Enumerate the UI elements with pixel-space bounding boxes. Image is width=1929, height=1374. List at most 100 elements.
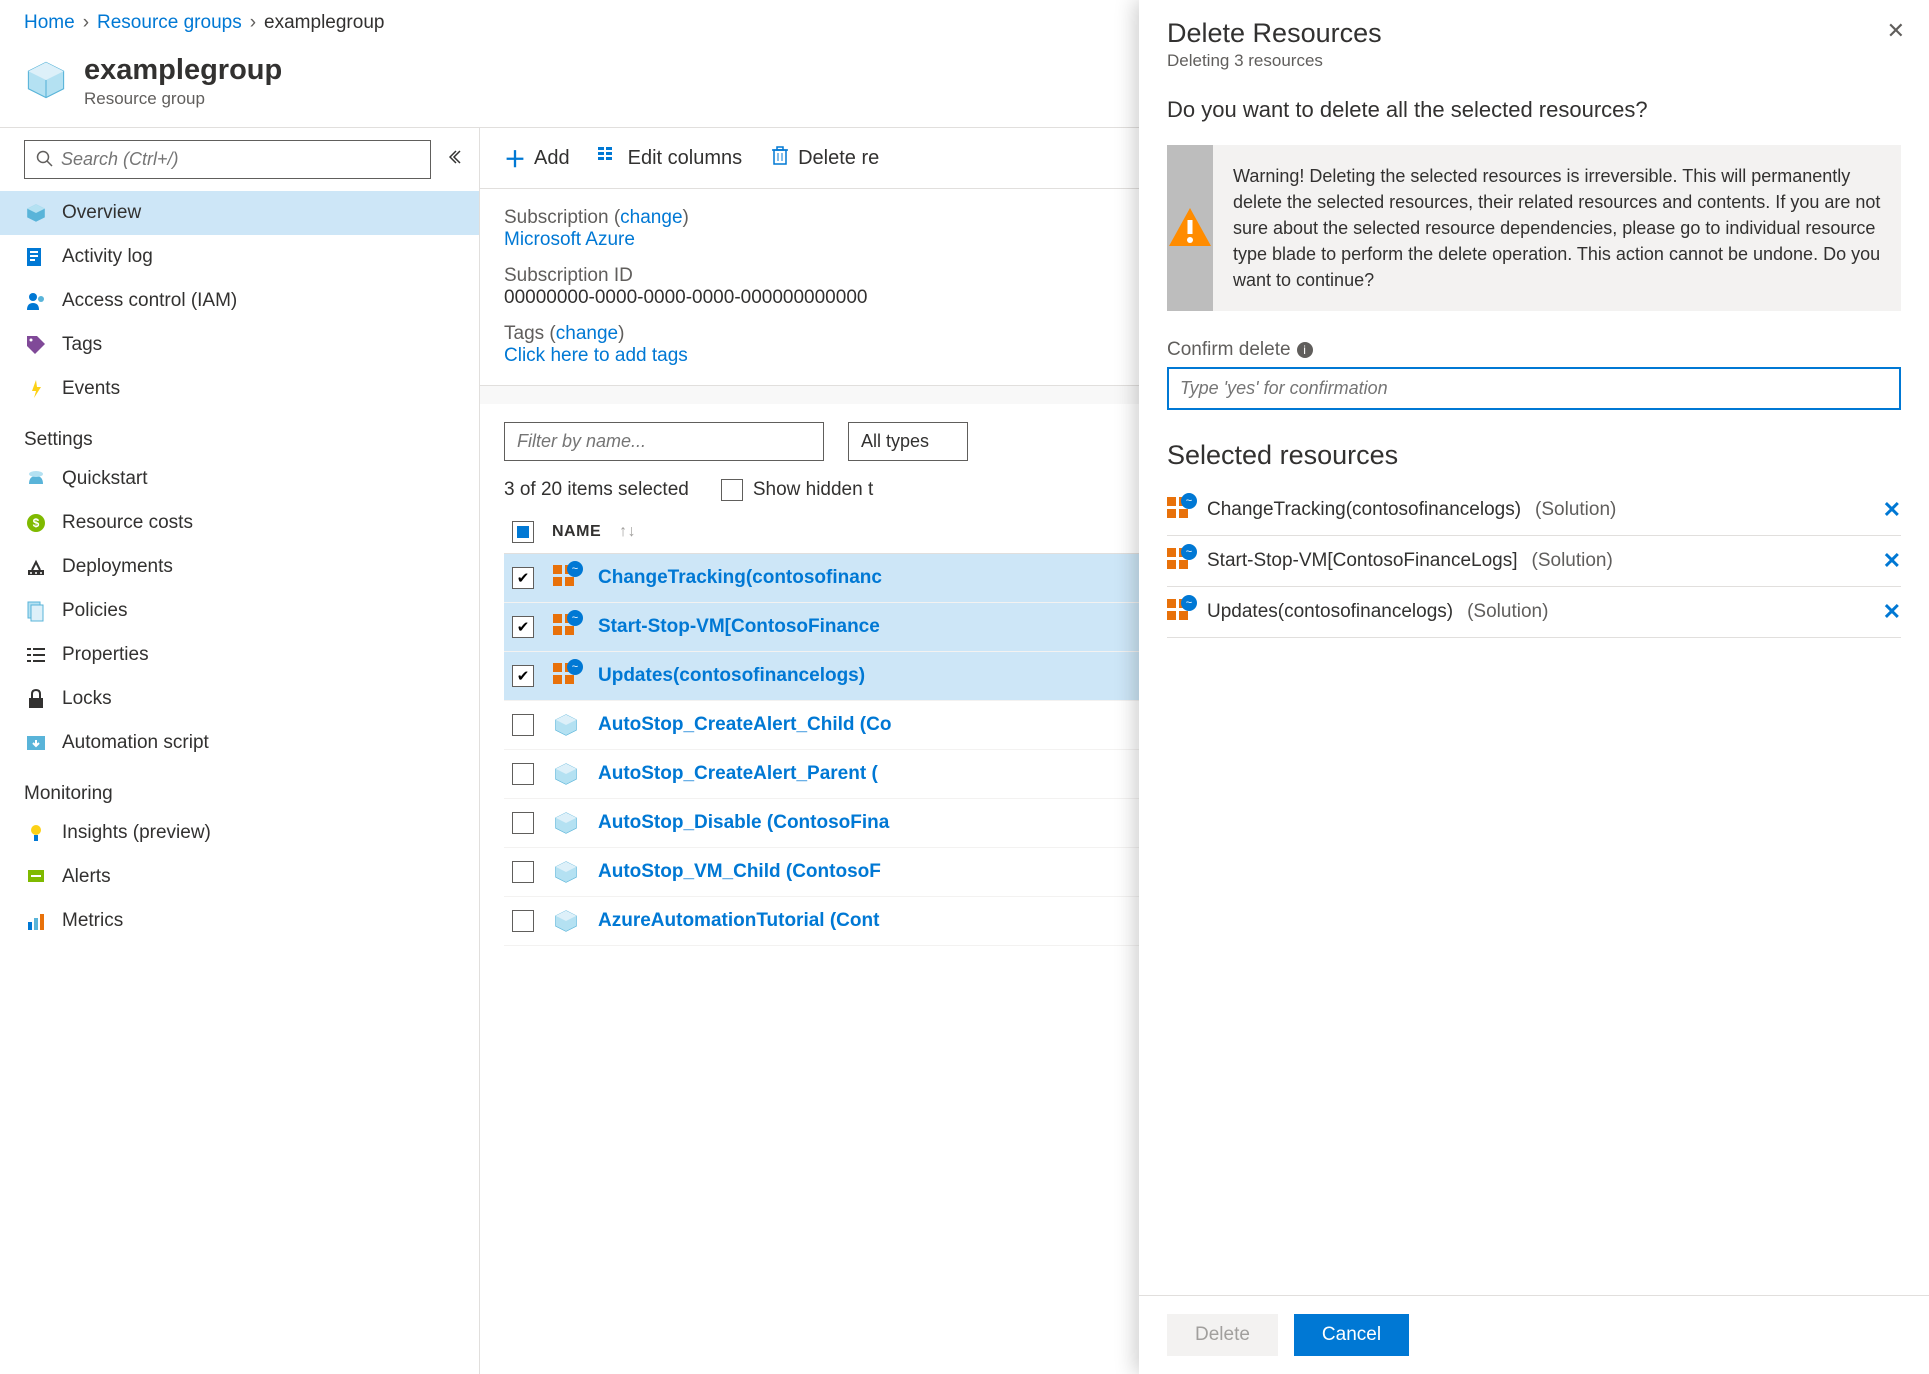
subscription-link[interactable]: Microsoft Azure bbox=[504, 229, 635, 250]
nav-icon bbox=[24, 599, 48, 623]
resource-name[interactable]: Start-Stop-VM[ContosoFinance bbox=[598, 616, 880, 638]
type-filter-select[interactable]: All types bbox=[848, 422, 968, 461]
sidebar: Overview Activity log Access control (IAM)… bbox=[0, 128, 480, 1374]
runbook-icon bbox=[553, 761, 579, 787]
row-checkbox[interactable] bbox=[512, 910, 534, 932]
sidebar-search-input[interactable] bbox=[24, 140, 431, 179]
add-button[interactable]: ＋ Add bbox=[504, 142, 570, 174]
trash-icon bbox=[770, 145, 790, 171]
sidebar-item-alerts[interactable]: Alerts bbox=[0, 855, 479, 899]
row-checkbox[interactable] bbox=[512, 567, 534, 589]
confirm-delete-label: Confirm delete i bbox=[1167, 339, 1901, 361]
solution-icon: ~ bbox=[1167, 497, 1193, 523]
sidebar-item-insights-preview-[interactable]: Insights (preview) bbox=[0, 811, 479, 855]
breadcrumb-home[interactable]: Home bbox=[24, 12, 75, 34]
solution-icon: ~ bbox=[1167, 548, 1193, 574]
close-panel-button[interactable]: ✕ bbox=[1887, 18, 1905, 44]
sidebar-item-automation-script[interactable]: Automation script bbox=[0, 721, 479, 765]
page-subtitle: Resource group bbox=[84, 89, 282, 109]
show-hidden-label: Show hidden t bbox=[753, 479, 873, 501]
row-checkbox[interactable] bbox=[512, 812, 534, 834]
selected-resource-name: Updates(contosofinancelogs) bbox=[1207, 601, 1453, 623]
resource-name[interactable]: Updates(contosofinancelogs) bbox=[598, 665, 865, 687]
panel-question: Do you want to delete all the selected r… bbox=[1167, 97, 1901, 123]
info-icon: i bbox=[1297, 342, 1313, 358]
filter-name-input[interactable] bbox=[504, 422, 824, 461]
svg-text:$: $ bbox=[33, 516, 40, 530]
solution-icon: ~ bbox=[553, 663, 579, 689]
sidebar-item-label: Overview bbox=[62, 202, 141, 224]
nav-icon bbox=[24, 467, 48, 491]
nav-icon bbox=[24, 289, 48, 313]
breadcrumb-current: examplegroup bbox=[264, 12, 384, 34]
selection-count: 3 of 20 items selected bbox=[504, 479, 689, 501]
sidebar-item-overview[interactable]: Overview bbox=[0, 191, 479, 235]
remove-selected-button[interactable]: ✕ bbox=[1883, 548, 1901, 574]
warning-text: Warning! Deleting the selected resources… bbox=[1213, 145, 1901, 311]
breadcrumb-resource-groups[interactable]: Resource groups bbox=[97, 12, 242, 34]
sidebar-item-deployments[interactable]: Deployments bbox=[0, 545, 479, 589]
cancel-button[interactable]: Cancel bbox=[1294, 1314, 1409, 1356]
nav-icon bbox=[24, 245, 48, 269]
show-hidden-checkbox[interactable] bbox=[721, 479, 743, 501]
sidebar-item-label: Metrics bbox=[62, 910, 123, 932]
delete-button[interactable]: Delete bbox=[1167, 1314, 1278, 1356]
delete-rg-label: Delete re bbox=[798, 147, 879, 170]
sidebar-item-label: Events bbox=[62, 378, 120, 400]
remove-selected-button[interactable]: ✕ bbox=[1883, 497, 1901, 523]
change-tags-link[interactable]: change bbox=[556, 323, 618, 344]
row-checkbox[interactable] bbox=[512, 714, 534, 736]
resource-name[interactable]: AutoStop_VM_Child (ContosoF bbox=[598, 861, 881, 883]
page-title: examplegroup bbox=[84, 54, 282, 87]
sidebar-item-events[interactable]: Events bbox=[0, 367, 479, 411]
edit-columns-button[interactable]: Edit columns bbox=[598, 145, 743, 171]
runbook-icon bbox=[553, 859, 579, 885]
delete-resource-group-button[interactable]: Delete re bbox=[770, 145, 879, 171]
sidebar-item-quickstart[interactable]: Quickstart bbox=[0, 457, 479, 501]
panel-title: Delete Resources bbox=[1167, 18, 1901, 49]
sidebar-item-label: Access control (IAM) bbox=[62, 290, 237, 312]
remove-selected-button[interactable]: ✕ bbox=[1883, 599, 1901, 625]
sidebar-item-tags[interactable]: Tags bbox=[0, 323, 479, 367]
select-all-checkbox[interactable] bbox=[512, 521, 534, 543]
row-checkbox[interactable] bbox=[512, 616, 534, 638]
collapse-sidebar-icon[interactable] bbox=[449, 148, 467, 169]
add-label: Add bbox=[534, 147, 570, 170]
resource-name[interactable]: ChangeTracking(contosofinanc bbox=[598, 567, 882, 589]
confirm-delete-input[interactable] bbox=[1167, 367, 1901, 410]
change-subscription-link[interactable]: change bbox=[620, 207, 682, 228]
nav-icon: $ bbox=[24, 511, 48, 535]
nav-icon bbox=[24, 731, 48, 755]
solution-icon: ~ bbox=[1167, 599, 1193, 625]
sidebar-item-label: Locks bbox=[62, 688, 112, 710]
nav-icon bbox=[24, 555, 48, 579]
resource-name[interactable]: AutoStop_CreateAlert_Child (Co bbox=[598, 714, 891, 736]
columns-icon bbox=[598, 145, 620, 171]
sidebar-item-activity-log[interactable]: Activity log bbox=[0, 235, 479, 279]
sidebar-item-resource-costs[interactable]: $Resource costs bbox=[0, 501, 479, 545]
add-tags-link[interactable]: Click here to add tags bbox=[504, 345, 688, 366]
sidebar-item-access-control-iam-[interactable]: Access control (IAM) bbox=[0, 279, 479, 323]
solution-icon: ~ bbox=[553, 565, 579, 591]
selected-resource-name: ChangeTracking(contosofinancelogs) bbox=[1207, 499, 1521, 521]
row-checkbox[interactable] bbox=[512, 861, 534, 883]
sidebar-item-label: Deployments bbox=[62, 556, 173, 578]
nav-icon bbox=[24, 821, 48, 845]
sidebar-item-metrics[interactable]: Metrics bbox=[0, 899, 479, 943]
sidebar-item-policies[interactable]: Policies bbox=[0, 589, 479, 633]
resource-name[interactable]: AzureAutomationTutorial (Cont bbox=[598, 910, 879, 932]
resource-name[interactable]: AutoStop_Disable (ContosoFina bbox=[598, 812, 889, 834]
subscription-id-label: Subscription ID bbox=[504, 265, 633, 286]
chevron-right-icon: › bbox=[83, 12, 89, 34]
sidebar-item-properties[interactable]: Properties bbox=[0, 633, 479, 677]
name-column-header[interactable]: NAME bbox=[552, 523, 601, 541]
row-checkbox[interactable] bbox=[512, 763, 534, 785]
selected-resource-type: (Solution) bbox=[1467, 601, 1548, 623]
sidebar-section-monitoring: Monitoring bbox=[0, 765, 479, 811]
selected-resource-row: ~ Updates(contosofinancelogs) (Solution) ✕ bbox=[1167, 587, 1901, 638]
sidebar-item-locks[interactable]: Locks bbox=[0, 677, 479, 721]
solution-icon: ~ bbox=[553, 614, 579, 640]
resource-name[interactable]: AutoStop_CreateAlert_Parent ( bbox=[598, 763, 878, 785]
warning-box: Warning! Deleting the selected resources… bbox=[1167, 145, 1901, 311]
row-checkbox[interactable] bbox=[512, 665, 534, 687]
